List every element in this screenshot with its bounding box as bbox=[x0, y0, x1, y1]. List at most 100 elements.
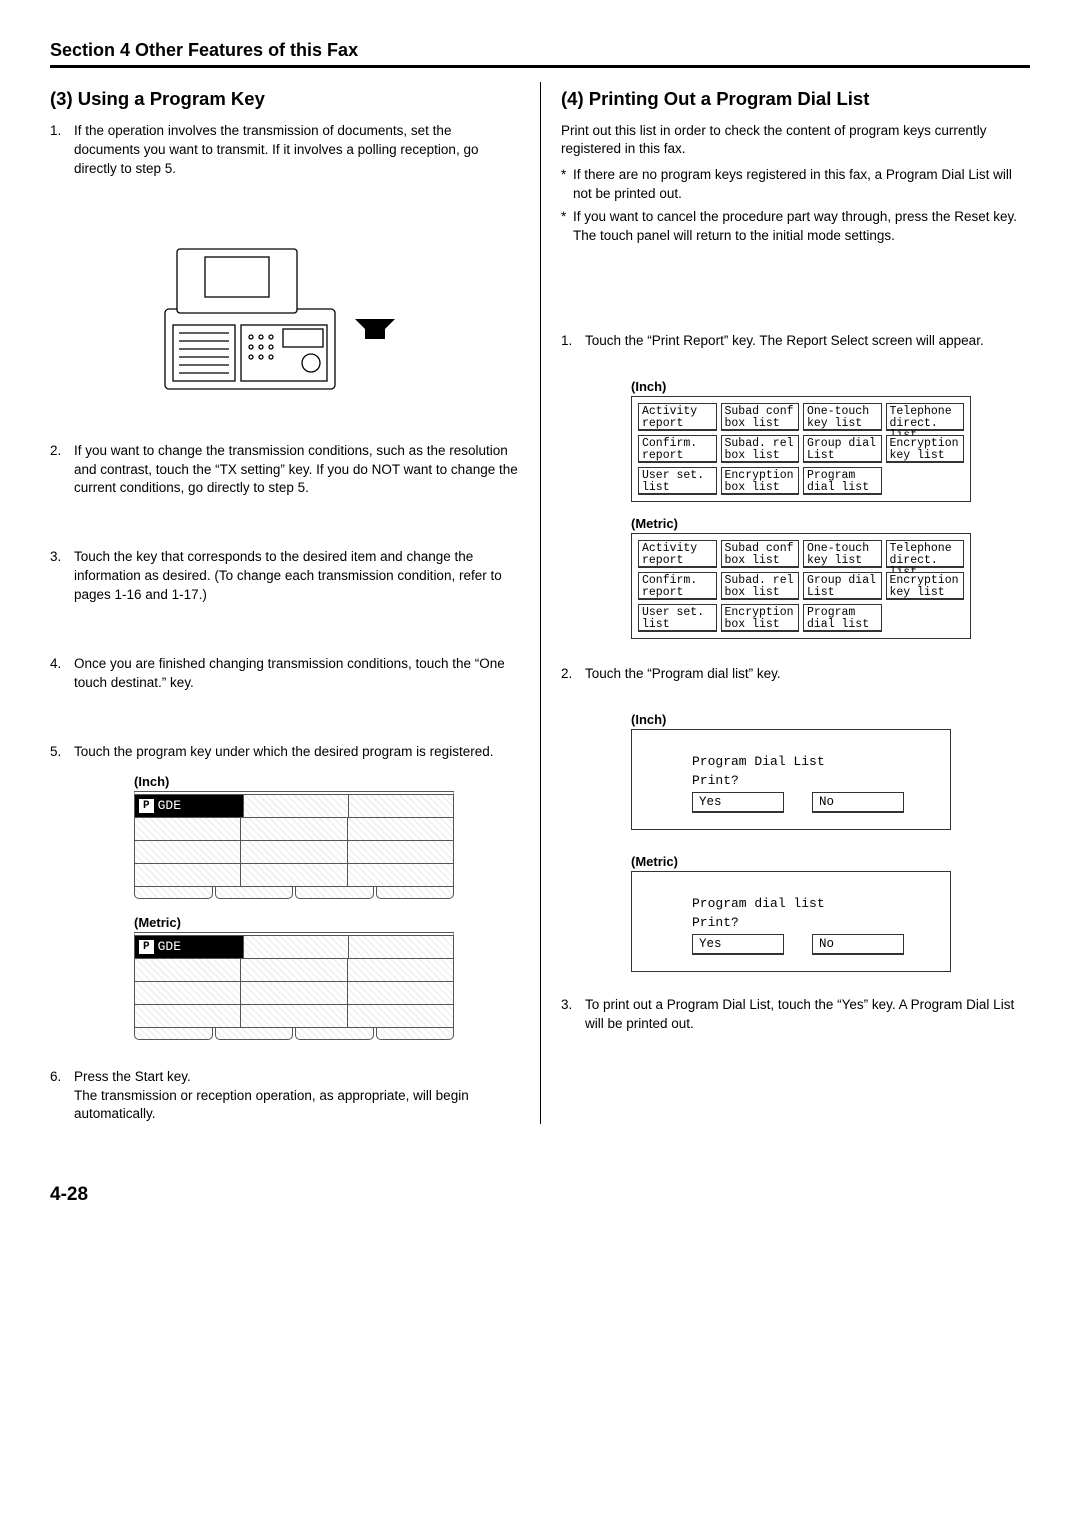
report-button[interactable]: Program dial list bbox=[803, 604, 882, 632]
program-key-grid: P GDE bbox=[134, 791, 454, 887]
report-button[interactable]: User set. list bbox=[638, 467, 717, 495]
yes-button[interactable]: Yes bbox=[692, 792, 784, 813]
panel-tab[interactable] bbox=[134, 887, 213, 899]
step-text: To print out a Program Dial List, touch … bbox=[585, 996, 1030, 1034]
report-button[interactable]: Encryption box list bbox=[721, 467, 800, 495]
report-button[interactable]: One-touch key list bbox=[803, 540, 882, 568]
report-button[interactable]: Group dial List bbox=[803, 572, 882, 600]
report-button[interactable]: Program dial list bbox=[803, 467, 882, 495]
report-button[interactable]: Encryption key list bbox=[886, 435, 965, 463]
step-text: Press the Start key. The transmission or… bbox=[74, 1068, 520, 1125]
program-key-empty[interactable] bbox=[348, 1005, 453, 1027]
yes-button[interactable]: Yes bbox=[692, 934, 784, 955]
program-key-empty[interactable] bbox=[348, 841, 453, 863]
panel-label-metric: (Metric) bbox=[631, 516, 971, 531]
program-key-empty[interactable] bbox=[244, 936, 349, 958]
report-button[interactable]: User set. list bbox=[638, 604, 717, 632]
print-dialog-inch: (Inch) Program Dial List Print? Yes No bbox=[631, 712, 951, 830]
program-key-empty[interactable] bbox=[349, 795, 453, 817]
program-key-empty[interactable] bbox=[348, 864, 453, 886]
program-key-empty[interactable] bbox=[241, 864, 347, 886]
page-number: 4-28 bbox=[50, 1184, 1030, 1206]
report-button[interactable]: Telephone direct. list bbox=[886, 540, 965, 568]
panel-tab[interactable] bbox=[376, 887, 455, 899]
step-number: 3. bbox=[50, 548, 74, 605]
report-button[interactable]: Activity report bbox=[638, 403, 717, 431]
report-button[interactable]: Subad conf box list bbox=[721, 403, 800, 431]
asterisk-icon: * bbox=[561, 208, 573, 246]
program-key-empty[interactable] bbox=[244, 795, 349, 817]
report-button[interactable]: Telephone direct. list bbox=[886, 403, 965, 431]
dialog-title: Program Dial List bbox=[692, 754, 910, 769]
fax-illustration bbox=[50, 229, 520, 402]
step-number: 3. bbox=[561, 996, 585, 1034]
program-key-empty[interactable] bbox=[349, 936, 453, 958]
program-badge-icon: P bbox=[139, 940, 154, 954]
dialog-subtitle: Print? bbox=[692, 773, 910, 788]
panel-tab[interactable] bbox=[215, 887, 294, 899]
program-key-gde[interactable]: P GDE bbox=[135, 936, 244, 958]
step-text: Touch the program key under which the de… bbox=[74, 743, 520, 762]
program-key-empty[interactable] bbox=[135, 959, 241, 981]
note-text: If you want to cancel the procedure part… bbox=[573, 208, 1030, 246]
program-key-empty[interactable] bbox=[241, 982, 347, 1004]
report-select-grid: Activity reportSubad conf box listOne-to… bbox=[631, 533, 971, 639]
program-key-label: GDE bbox=[158, 939, 181, 954]
report-button[interactable]: Group dial List bbox=[803, 435, 882, 463]
program-key-empty[interactable] bbox=[348, 959, 453, 981]
panel-tab[interactable] bbox=[134, 1028, 213, 1040]
section-header: Section 4 Other Features of this Fax bbox=[50, 40, 1030, 68]
program-key-gde[interactable]: P GDE bbox=[135, 795, 244, 817]
report-button[interactable]: Subad conf box list bbox=[721, 540, 800, 568]
no-button[interactable]: No bbox=[812, 792, 904, 813]
program-key-empty[interactable] bbox=[241, 841, 347, 863]
report-select-inch: (Inch) Activity reportSubad conf box lis… bbox=[631, 379, 971, 502]
report-button[interactable]: Encryption box list bbox=[721, 604, 800, 632]
step-number: 4. bbox=[50, 655, 74, 693]
step-text: Touch the “Print Report” key. The Report… bbox=[585, 332, 1030, 351]
report-button[interactable]: One-touch key list bbox=[803, 403, 882, 431]
program-key-empty[interactable] bbox=[135, 864, 241, 886]
report-button[interactable]: Subad. rel box list bbox=[721, 572, 800, 600]
step-number: 1. bbox=[50, 122, 74, 179]
panel-label-inch: (Inch) bbox=[631, 712, 951, 727]
program-key-empty[interactable] bbox=[241, 1005, 347, 1027]
program-key-empty[interactable] bbox=[241, 818, 347, 840]
program-key-empty[interactable] bbox=[241, 959, 347, 981]
right-column: (4) Printing Out a Program Dial List Pri… bbox=[540, 82, 1030, 1124]
dialog-box: Program Dial List Print? Yes No bbox=[631, 729, 951, 830]
program-key-empty[interactable] bbox=[135, 982, 241, 1004]
report-button[interactable]: Subad. rel box list bbox=[721, 435, 800, 463]
program-panel-metric: (Metric) P GDE bbox=[134, 915, 454, 1040]
program-key-empty[interactable] bbox=[135, 841, 241, 863]
program-key-label: GDE bbox=[158, 798, 181, 813]
program-key-empty[interactable] bbox=[135, 1005, 241, 1027]
panel-tab[interactable] bbox=[376, 1028, 455, 1040]
step-number: 6. bbox=[50, 1068, 74, 1125]
step-text: Touch the key that corresponds to the de… bbox=[74, 548, 520, 605]
step-text: If the operation involves the transmissi… bbox=[74, 122, 520, 179]
report-button[interactable]: Confirm. report bbox=[638, 435, 717, 463]
program-panel-inch: (Inch) P GDE bbox=[134, 774, 454, 899]
panel-label-metric: (Metric) bbox=[134, 915, 454, 930]
program-key-empty[interactable] bbox=[348, 818, 453, 840]
report-select-metric: (Metric) Activity reportSubad conf box l… bbox=[631, 516, 971, 639]
right-intro: Print out this list in order to check th… bbox=[561, 122, 1030, 158]
print-dialog-metric: (Metric) Program dial list Print? Yes No bbox=[631, 854, 951, 972]
step-number: 2. bbox=[561, 665, 585, 684]
program-key-empty[interactable] bbox=[135, 818, 241, 840]
report-button[interactable]: Confirm. report bbox=[638, 572, 717, 600]
right-steps-3: 3. To print out a Program Dial List, tou… bbox=[561, 996, 1030, 1034]
step-number: 2. bbox=[50, 442, 74, 499]
note-text: If there are no program keys registered … bbox=[573, 166, 1030, 204]
report-button[interactable]: Activity report bbox=[638, 540, 717, 568]
step-text: Touch the “Program dial list” key. bbox=[585, 665, 1030, 684]
dialog-box: Program dial list Print? Yes No bbox=[631, 871, 951, 972]
panel-tab[interactable] bbox=[295, 887, 374, 899]
panel-tab[interactable] bbox=[215, 1028, 294, 1040]
report-button[interactable]: Encryption key list bbox=[886, 572, 965, 600]
program-key-empty[interactable] bbox=[348, 982, 453, 1004]
no-button[interactable]: No bbox=[812, 934, 904, 955]
panel-label-metric: (Metric) bbox=[631, 854, 951, 869]
panel-tab[interactable] bbox=[295, 1028, 374, 1040]
